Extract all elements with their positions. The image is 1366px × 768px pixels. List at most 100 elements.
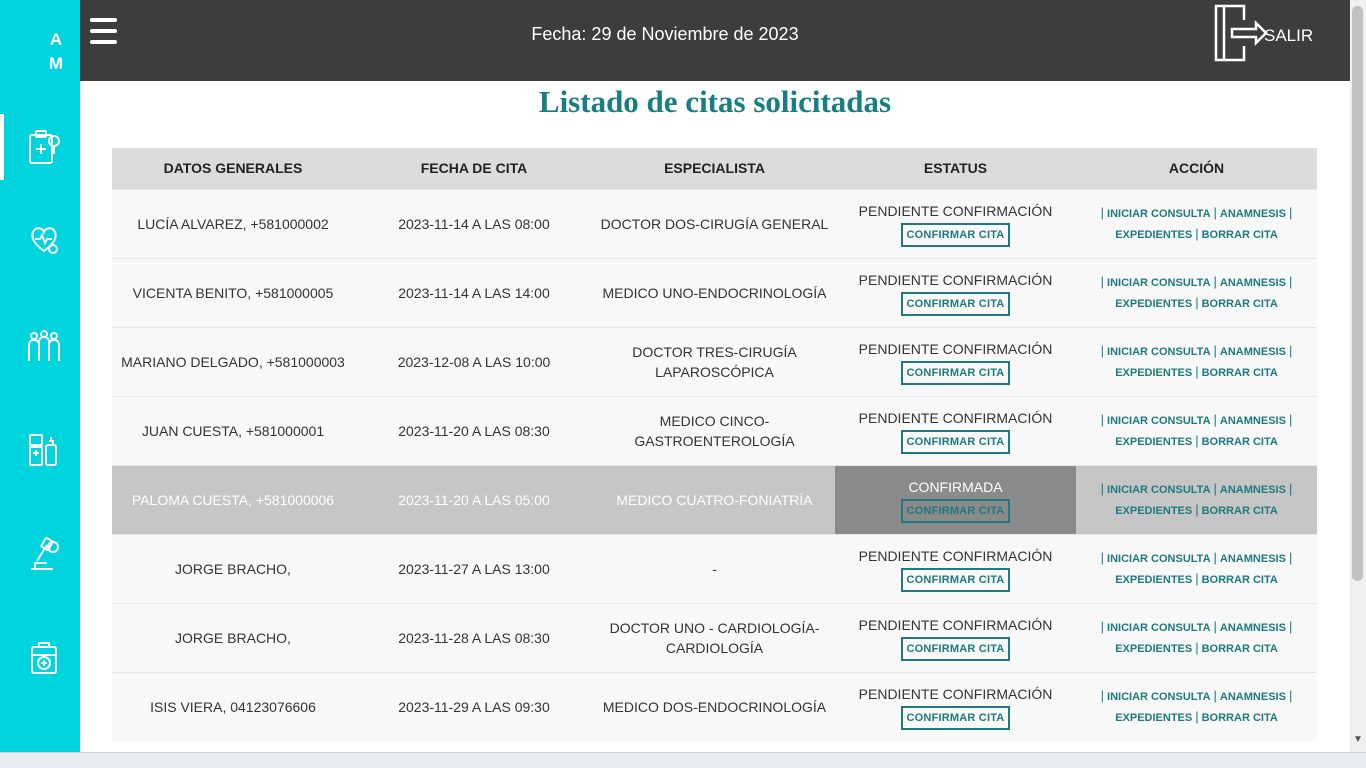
logout-button[interactable]: SALIR (1212, 2, 1313, 62)
confirm-appointment-button[interactable]: CONFIRMAR CITA (900, 498, 1011, 523)
status-cell: PENDIENTE CONFIRMACIÓN CONFIRMAR CITA (835, 326, 1076, 396)
active-indicator (0, 114, 4, 180)
table-row[interactable]: JUAN CUESTA, +581000001 2023-11-20 A LAS … (112, 395, 1317, 465)
status-text: PENDIENTE CONFIRMACIÓN (858, 271, 1053, 288)
records-link[interactable]: EXPEDIENTES (1115, 436, 1192, 448)
confirm-appointment-button[interactable]: CONFIRMAR CITA (900, 636, 1011, 661)
separator: | (1100, 411, 1105, 427)
appointments-table: DATOS GENERALES FECHA DE CITA ESPECIALIS… (112, 148, 1317, 741)
separator: | (1288, 480, 1293, 496)
table-row[interactable]: JORGE BRACHO, 2023-11-28 A LAS 08:30 DOCTO… (112, 602, 1317, 672)
confirm-appointment-button[interactable]: CONFIRMAR CITA (900, 429, 1011, 454)
status-cell: PENDIENTE CONFIRMACIÓN CONFIRMAR CITA (835, 602, 1076, 672)
patient-info: VICENTA BENITO, +581000005 (112, 257, 354, 327)
status-cell: PENDIENTE CONFIRMACIÓN CONFIRMAR CITA (835, 257, 1076, 327)
separator: | (1100, 687, 1105, 703)
os-taskbar (0, 752, 1366, 768)
appointment-date: 2023-11-27 A LAS 13:00 (354, 533, 594, 603)
records-link[interactable]: EXPEDIENTES (1115, 367, 1192, 379)
start-consultation-link[interactable]: INICIAR CONSULTA (1107, 553, 1210, 565)
separator: | (1213, 204, 1217, 220)
delete-appointment-link[interactable]: BORRAR CITA (1202, 367, 1278, 379)
start-consultation-link[interactable]: INICIAR CONSULTA (1107, 415, 1210, 427)
confirm-appointment-button[interactable]: CONFIRMAR CITA (900, 360, 1011, 385)
specialist: DOCTOR DOS-CIRUGÍA GENERAL (594, 188, 835, 258)
logout-icon (1214, 4, 1268, 62)
appointment-date: 2023-11-14 A LAS 14:00 (354, 257, 594, 327)
start-consultation-link[interactable]: INICIAR CONSULTA (1107, 484, 1210, 496)
delete-appointment-link[interactable]: BORRAR CITA (1202, 574, 1278, 586)
delete-appointment-link[interactable]: BORRAR CITA (1202, 505, 1278, 517)
separator: | (1100, 480, 1105, 496)
scrollbar-thumb[interactable] (1352, 6, 1363, 581)
records-link[interactable]: EXPEDIENTES (1115, 643, 1192, 655)
scroll-down-arrow-icon[interactable]: ▼ (1353, 734, 1363, 745)
table-row[interactable]: JORGE BRACHO, 2023-11-27 A LAS 13:00- PEND… (112, 533, 1317, 603)
patients-group-icon[interactable] (26, 326, 62, 366)
delete-appointment-link[interactable]: BORRAR CITA (1202, 298, 1278, 310)
delete-appointment-link[interactable]: BORRAR CITA (1202, 229, 1278, 241)
separator: | (1195, 294, 1199, 310)
specialist: MEDICO CUATRO-FONIATRÍA (594, 464, 835, 534)
status-text: PENDIENTE CONFIRMACIÓN (858, 685, 1053, 702)
actions-cell: | INICIAR CONSULTA | ANAMNESIS | EXPEDIENTES |… (1076, 464, 1317, 534)
start-consultation-link[interactable]: INICIAR CONSULTA (1107, 346, 1210, 358)
confirm-appointment-button[interactable]: CONFIRMAR CITA (900, 222, 1011, 247)
actions-cell: | INICIAR CONSULTA | ANAMNESIS | EXPEDIENTES |… (1076, 395, 1317, 465)
separator: | (1288, 618, 1293, 634)
status-text: CONFIRMADA (908, 478, 1003, 495)
table-row[interactable]: PALOMA CUESTA, +581000006 2023-11-20 A LA… (112, 464, 1317, 534)
anamnesis-link[interactable]: ANAMNESIS (1220, 415, 1286, 427)
start-consultation-link[interactable]: INICIAR CONSULTA (1107, 208, 1210, 220)
anamnesis-link[interactable]: ANAMNESIS (1220, 484, 1286, 496)
records-link[interactable]: EXPEDIENTES (1115, 574, 1192, 586)
start-consultation-link[interactable]: INICIAR CONSULTA (1107, 622, 1210, 634)
specialist: DOCTOR UNO - CARDIOLOGÍA-CARDIOLOGÍA (594, 602, 835, 672)
separator: | (1195, 363, 1199, 379)
separator: | (1100, 342, 1105, 358)
microscope-icon[interactable] (26, 534, 62, 574)
anamnesis-link[interactable]: ANAMNESIS (1220, 622, 1286, 634)
medical-kit-icon[interactable] (26, 638, 62, 678)
appointment-date: 2023-12-08 A LAS 10:00 (354, 326, 594, 396)
start-consultation-link[interactable]: INICIAR CONSULTA (1107, 277, 1210, 289)
table-row[interactable]: LUCÍA ALVAREZ, +581000002 2023-11-14 A LA… (112, 188, 1317, 258)
anamnesis-link[interactable]: ANAMNESIS (1220, 208, 1286, 220)
actions-cell: | INICIAR CONSULTA | ANAMNESIS | EXPEDIENTES |… (1076, 257, 1317, 327)
anamnesis-link[interactable]: ANAMNESIS (1220, 277, 1286, 289)
separator: | (1195, 708, 1199, 724)
anamnesis-link[interactable]: ANAMNESIS (1220, 346, 1286, 358)
clipboard-health-icon[interactable] (26, 128, 62, 168)
column-header: DATOS GENERALES (112, 148, 354, 189)
anamnesis-link[interactable]: ANAMNESIS (1220, 553, 1286, 565)
anamnesis-link[interactable]: ANAMNESIS (1220, 691, 1286, 703)
actions-cell: | INICIAR CONSULTA | ANAMNESIS | EXPEDIENTES |… (1076, 326, 1317, 396)
column-header: FECHA DE CITA (354, 148, 594, 189)
specialist: MEDICO CINCO-GASTROENTEROLOGÍA (594, 395, 835, 465)
stethoscope-icon[interactable] (26, 220, 62, 260)
pharmacy-icon[interactable] (26, 430, 62, 470)
separator: | (1213, 480, 1217, 496)
status-cell: CONFIRMADA CONFIRMAR CITA (835, 464, 1076, 534)
separator: | (1213, 687, 1217, 703)
delete-appointment-link[interactable]: BORRAR CITA (1202, 712, 1278, 724)
patient-info: JUAN CUESTA, +581000001 (112, 395, 354, 465)
table-row[interactable]: ISIS VIERA, 04123076606 2023-11-29 A LAS … (112, 671, 1317, 741)
start-consultation-link[interactable]: INICIAR CONSULTA (1107, 691, 1210, 703)
records-link[interactable]: EXPEDIENTES (1115, 712, 1192, 724)
page-scrollbar[interactable]: ▼ (1350, 0, 1366, 752)
table-row[interactable]: MARIANO DELGADO, +581000003 2023-12-08 A … (112, 326, 1317, 396)
patient-info: MARIANO DELGADO, +581000003 (112, 326, 354, 396)
confirm-appointment-button[interactable]: CONFIRMAR CITA (900, 705, 1011, 730)
confirm-appointment-button[interactable]: CONFIRMAR CITA (900, 567, 1011, 592)
column-header: ESPECIALISTA (594, 148, 835, 189)
status-text: PENDIENTE CONFIRMACIÓN (858, 616, 1053, 633)
delete-appointment-link[interactable]: BORRAR CITA (1202, 643, 1278, 655)
delete-appointment-link[interactable]: BORRAR CITA (1202, 436, 1278, 448)
records-link[interactable]: EXPEDIENTES (1115, 298, 1192, 310)
records-link[interactable]: EXPEDIENTES (1115, 505, 1192, 517)
separator: | (1213, 411, 1217, 427)
table-row[interactable]: VICENTA BENITO, +581000005 2023-11-14 A L… (112, 257, 1317, 327)
confirm-appointment-button[interactable]: CONFIRMAR CITA (900, 291, 1011, 316)
records-link[interactable]: EXPEDIENTES (1115, 229, 1192, 241)
